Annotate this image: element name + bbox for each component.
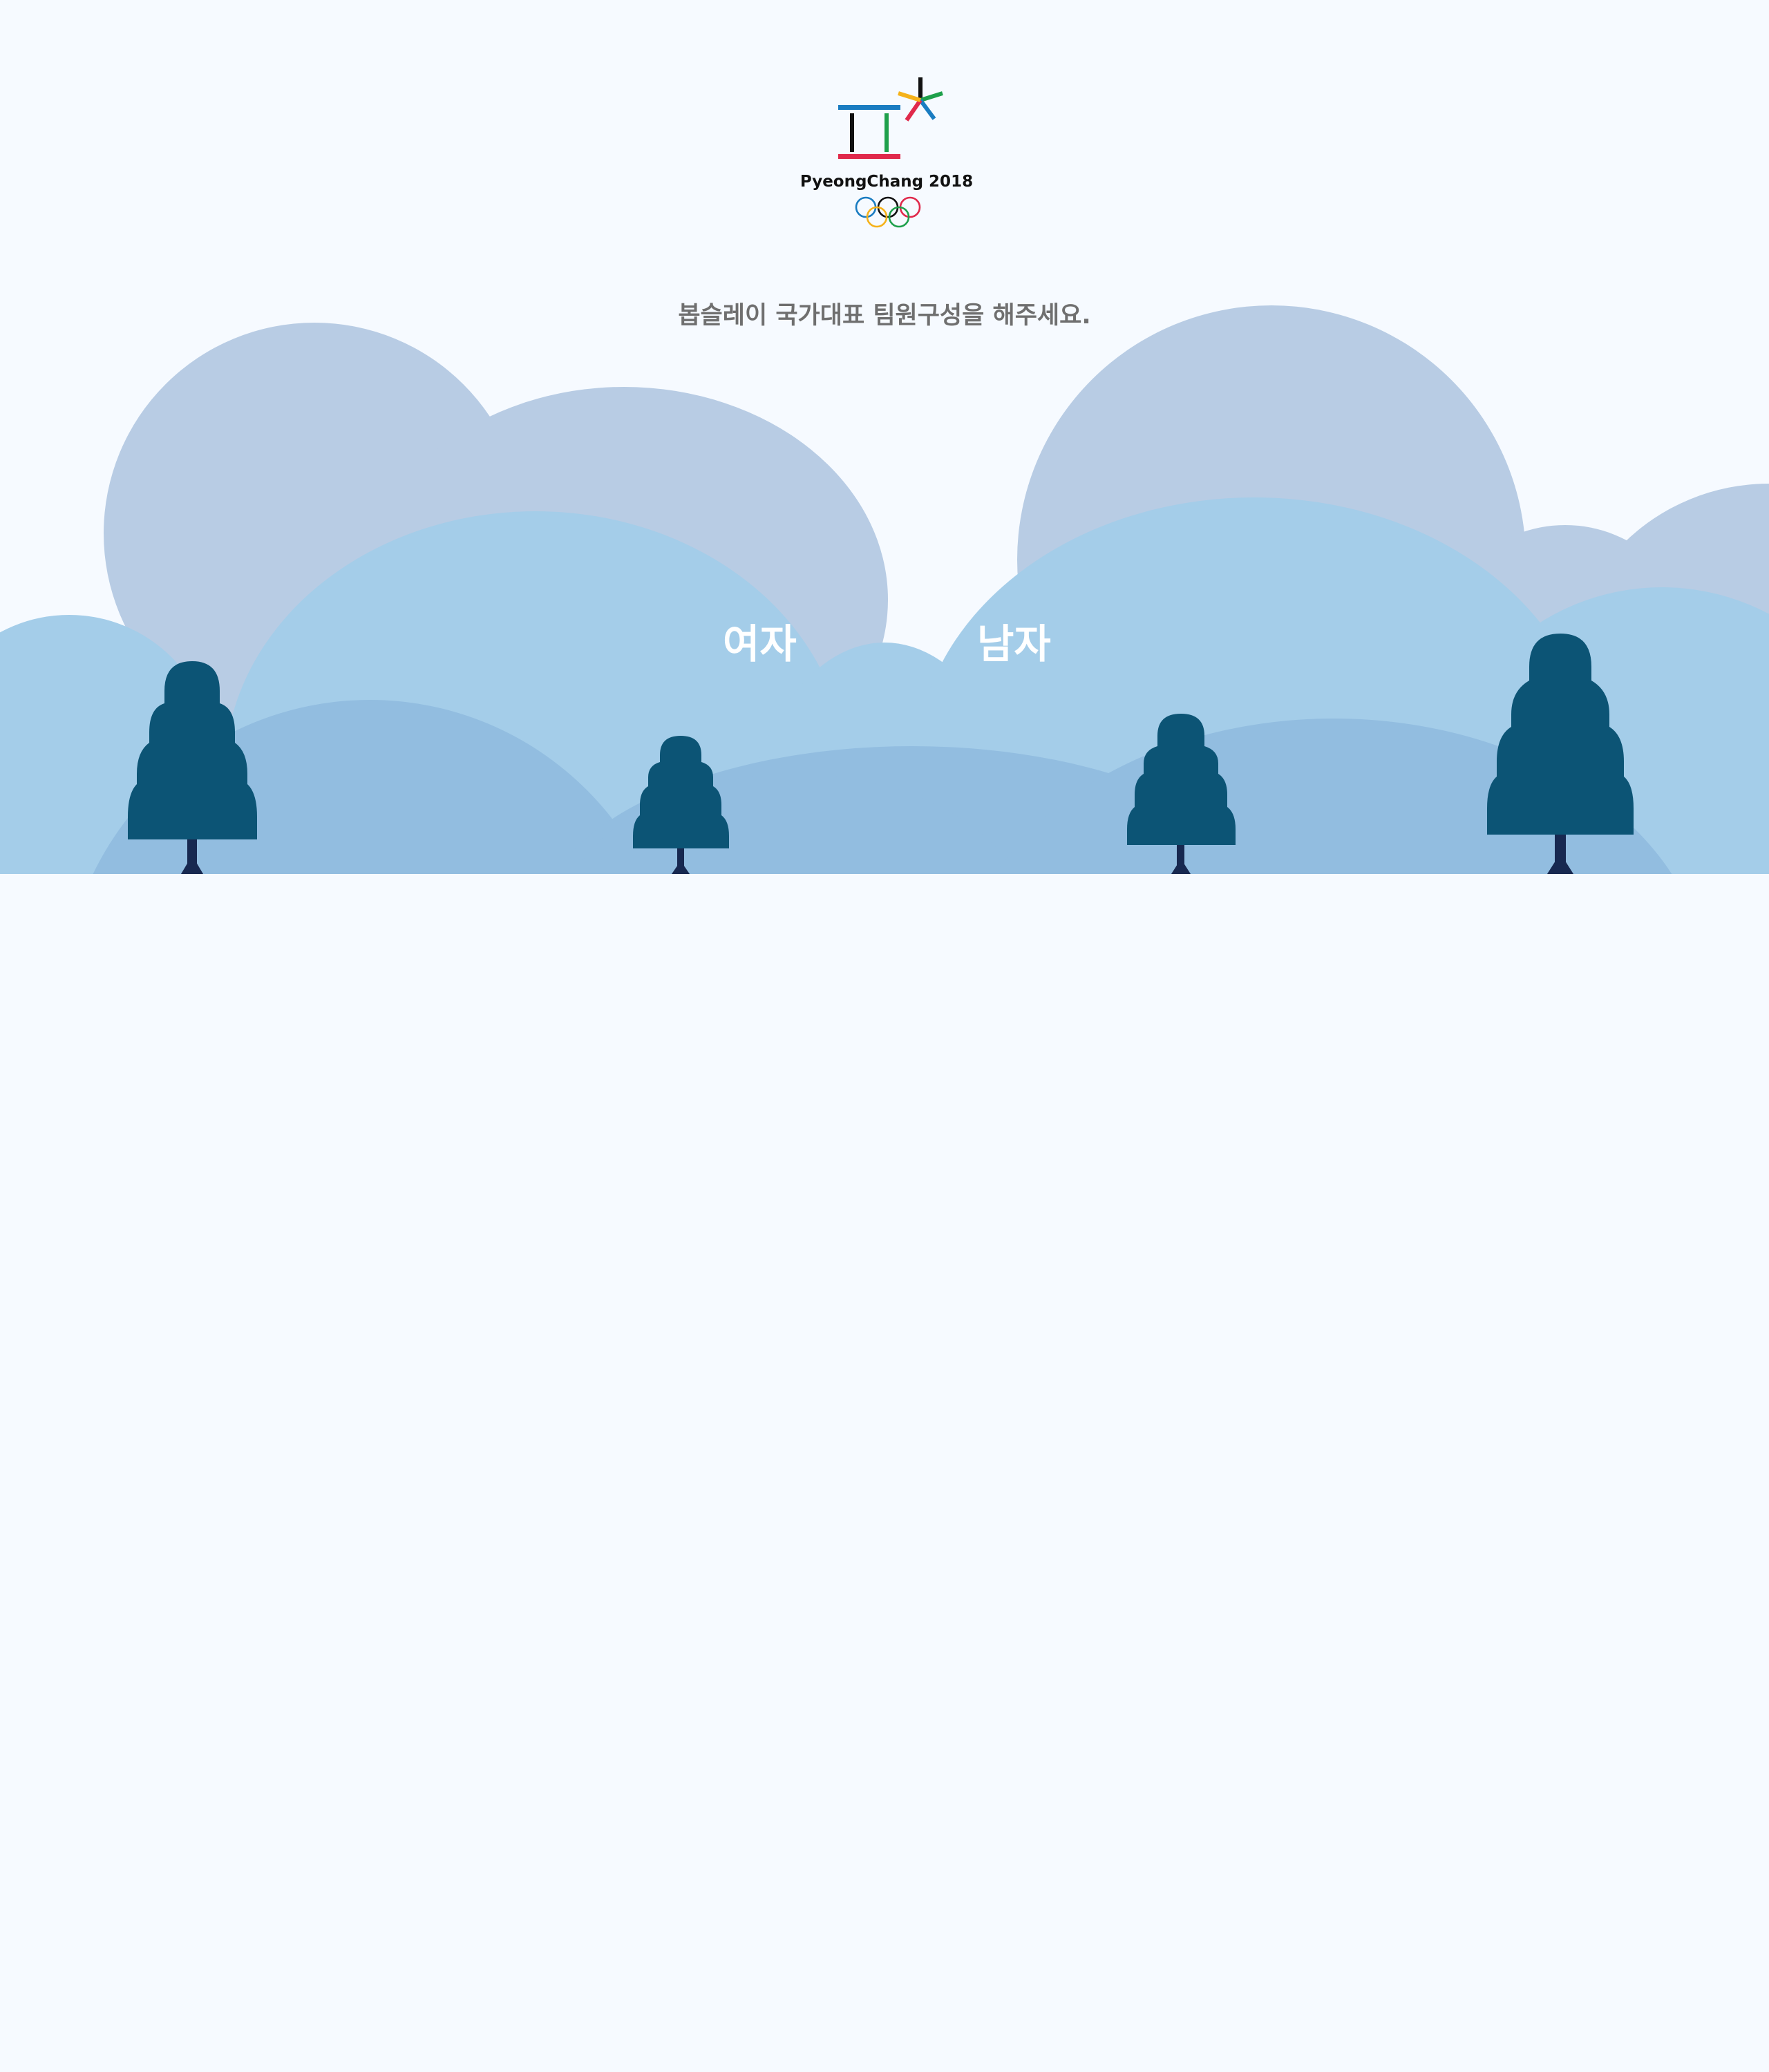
pyeongchang-2018-logo: PyeongChang 2018 xyxy=(802,69,974,235)
olympic-rings-icon xyxy=(855,196,921,228)
logo-wordmark: PyeongChang 2018 xyxy=(802,173,973,191)
pyeongchang-emblem-icon: PyeongChang 2018 xyxy=(802,77,973,228)
winter-scene-illustration xyxy=(0,290,1769,874)
page: PyeongChang 2018 봅슬레이 국가대표 팀원구성을 해주세요. 여… xyxy=(0,0,1769,2072)
clouds-and-trees-illustration xyxy=(0,305,1769,874)
female-option-button[interactable]: 여자 xyxy=(712,616,808,672)
male-option-button[interactable]: 남자 xyxy=(966,616,1062,672)
